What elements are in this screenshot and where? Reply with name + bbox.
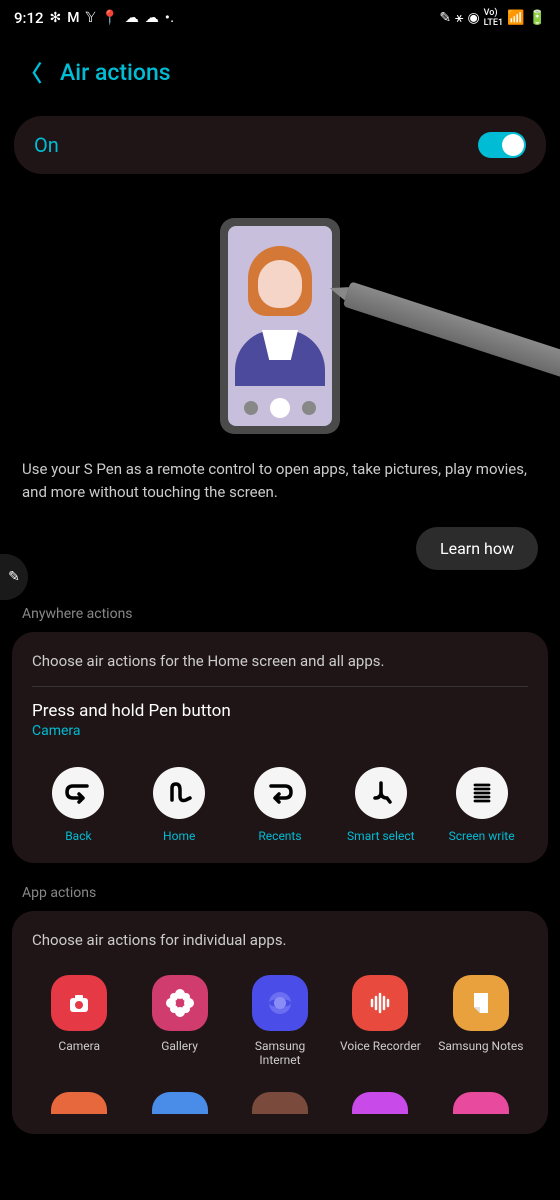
app-partial-5[interactable] xyxy=(453,1092,509,1114)
gesture-home[interactable]: Home xyxy=(133,767,226,843)
gesture-smart-select[interactable]: Smart select xyxy=(334,767,427,843)
internet-icon xyxy=(252,975,308,1031)
gesture-recents[interactable]: Recents xyxy=(234,767,327,843)
app-camera[interactable]: Camera xyxy=(32,975,126,1068)
phone-mockup xyxy=(220,218,340,434)
gallery-icon xyxy=(152,975,208,1031)
notes-icon xyxy=(453,975,509,1031)
section-label-anywhere: Anywhere actions xyxy=(0,584,560,632)
gesture-screen-write-icon xyxy=(456,767,508,819)
learn-how-button[interactable]: Learn how xyxy=(416,527,538,570)
master-toggle[interactable]: On xyxy=(14,116,546,174)
wifi-icon: ◉ xyxy=(467,10,479,26)
anywhere-description: Choose air actions for the Home screen a… xyxy=(32,652,528,687)
pen-icon: ✎ xyxy=(439,10,451,26)
app-grid-row2 xyxy=(32,1068,528,1114)
app-internet[interactable]: Samsung Internet xyxy=(233,975,327,1068)
status-left: 9:12 ✻ M 𝕐 📍 ☁ ☁ •․ xyxy=(14,9,174,27)
app-partial-2[interactable] xyxy=(152,1092,208,1114)
app-voice-recorder[interactable]: Voice Recorder xyxy=(333,975,427,1068)
voice-recorder-icon xyxy=(352,975,408,1031)
bluetooth-icon: ⚹ xyxy=(455,10,463,26)
pen-action-title: Press and hold Pen button xyxy=(32,701,528,721)
illustration xyxy=(0,174,560,458)
back-icon[interactable]: 〈 xyxy=(20,56,42,88)
section-label-app: App actions xyxy=(0,863,560,911)
app-grid: Camera Gallery Samsung Internet Voice Re… xyxy=(32,961,528,1068)
gesture-back[interactable]: Back xyxy=(32,767,125,843)
gesture-smart-select-icon xyxy=(355,767,407,819)
status-right: ✎ ⚹ ◉ Vo)LTE1 📶 🔋 xyxy=(439,8,546,28)
pen-action-value: Camera xyxy=(32,723,528,739)
app-partial-4[interactable] xyxy=(352,1092,408,1114)
pencil-icon: ✎ xyxy=(8,569,20,585)
camera-icon xyxy=(51,975,107,1031)
gesture-recents-icon xyxy=(254,767,306,819)
assistant-icon: •․ xyxy=(165,10,175,26)
app-actions-description: Choose air actions for individual apps. xyxy=(32,931,528,961)
gesture-row: Back Home Recents Smart select Screen wr… xyxy=(32,745,528,843)
gesture-screen-write[interactable]: Screen write xyxy=(435,767,528,843)
pinwheel-icon: ✻ xyxy=(50,10,62,26)
status-bar: 9:12 ✻ M 𝕐 📍 ☁ ☁ •․ ✎ ⚹ ◉ Vo)LTE1 📶 🔋 xyxy=(0,0,560,36)
app-actions-card: Choose air actions for individual apps. … xyxy=(12,911,548,1134)
volte-icon: Vo)LTE1 xyxy=(484,8,503,28)
app-partial-3[interactable] xyxy=(252,1092,308,1114)
weather-icon: ☁ xyxy=(125,10,139,26)
cloud-icon: ☁ xyxy=(145,10,159,26)
anywhere-actions-card: Choose air actions for the Home screen a… xyxy=(12,632,548,863)
location-icon: 📍 xyxy=(101,10,118,26)
gmail-icon: M xyxy=(67,10,79,26)
twitter-icon: 𝕐 xyxy=(86,10,96,26)
signal-icon: 📶 xyxy=(507,10,524,26)
page-title: Air actions xyxy=(60,59,171,86)
app-gallery[interactable]: Gallery xyxy=(132,975,226,1068)
app-partial-1[interactable] xyxy=(51,1092,107,1114)
toggle-switch[interactable] xyxy=(478,132,526,158)
battery-icon: 🔋 xyxy=(529,10,546,26)
pen-button-action[interactable]: Press and hold Pen button Camera xyxy=(32,687,528,745)
spen-illustration xyxy=(343,281,560,392)
status-time: 9:12 xyxy=(14,9,44,27)
header: 〈 Air actions xyxy=(0,36,560,116)
gesture-back-icon xyxy=(52,767,104,819)
app-notes[interactable]: Samsung Notes xyxy=(434,975,528,1068)
feature-description: Use your S Pen as a remote control to op… xyxy=(0,458,560,503)
toggle-label: On xyxy=(34,133,59,157)
gesture-home-icon xyxy=(153,767,205,819)
